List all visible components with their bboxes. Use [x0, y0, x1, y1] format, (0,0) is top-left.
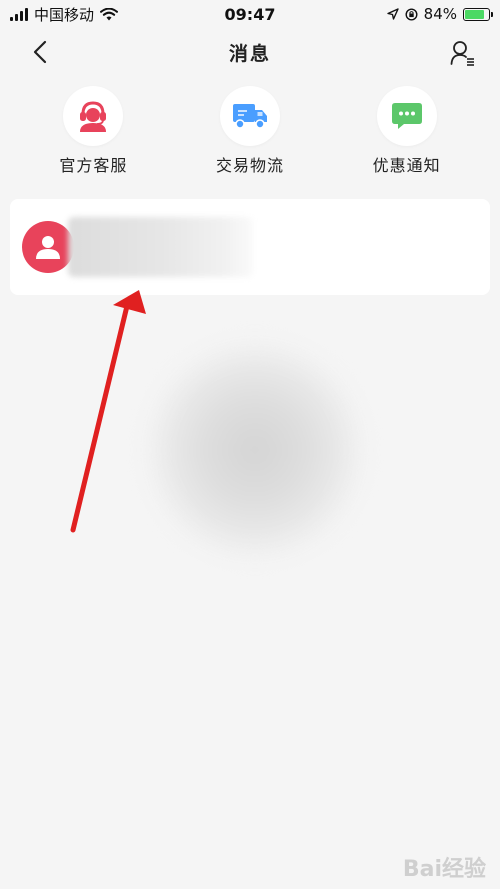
status-bar: 中国移动 09:47 84% [0, 0, 500, 28]
status-time: 09:47 [224, 4, 276, 24]
status-right: 84% [386, 5, 493, 23]
blurred-message-preview [68, 217, 253, 277]
chevron-left-icon [33, 40, 47, 64]
location-icon [386, 8, 399, 20]
customer-service-icon [63, 86, 124, 146]
page-title: 消息 [228, 42, 271, 65]
avatar [22, 221, 74, 273]
user-icon [36, 236, 60, 259]
status-left: 中国移动 [10, 4, 119, 25]
battery-icon [463, 7, 493, 21]
wifi-icon [100, 7, 119, 20]
battery-level [465, 9, 485, 19]
message-list-item[interactable] [10, 199, 490, 295]
back-button[interactable] [26, 38, 54, 66]
chat-bubble-icon [376, 86, 437, 146]
shortcut-row: 官方客服 交易物流 优惠通知 [0, 86, 500, 176]
shortcut-logistics[interactable]: 交易物流 [190, 86, 310, 176]
carrier-name: 中国移动 [34, 5, 95, 24]
shortcut-promotions[interactable]: 优惠通知 [347, 86, 467, 176]
blurred-empty-state [150, 345, 360, 555]
shortcut-customer-service[interactable]: 官方客服 [33, 86, 153, 176]
contacts-button[interactable] [448, 38, 478, 68]
user-list-icon [450, 41, 474, 66]
nav-bar: 消息 [0, 28, 500, 76]
shortcut-label: 官方客服 [59, 156, 128, 175]
watermark: Bai经验 [403, 851, 486, 883]
shortcut-label: 交易物流 [215, 156, 284, 175]
battery-percent: 84% [423, 5, 457, 23]
watermark-text: Bai经验 [402, 857, 486, 882]
delivery-truck-icon [219, 86, 280, 146]
shortcut-label: 优惠通知 [372, 156, 441, 175]
signal-icon [10, 7, 28, 21]
rotation-lock-icon [405, 7, 418, 21]
